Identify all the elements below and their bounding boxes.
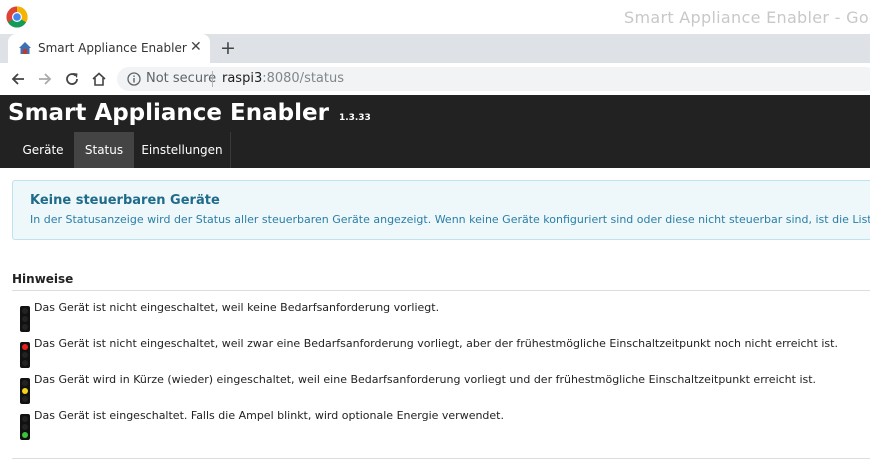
window-title: Smart Appliance Enabler - Goog — [624, 8, 870, 27]
hints-heading: Hinweise — [12, 272, 74, 286]
hint-text: Das Gerät ist nicht eingeschaltet, weil … — [34, 337, 838, 350]
url-path: :8080/status — [262, 71, 345, 86]
alert-text: In der Statusanzeige wird der Status all… — [30, 213, 870, 226]
bottom-divider — [12, 458, 870, 459]
nav-tab-geraete[interactable]: Geräte — [12, 132, 74, 168]
app-brand[interactable]: Smart Appliance Enabler 1.3.33 — [8, 100, 371, 126]
app-brand-name: Smart Appliance Enabler — [8, 100, 329, 126]
app-version: 1.3.33 — [338, 113, 371, 123]
traffic-light-icon — [20, 342, 30, 368]
tab-title: Smart Appliance Enabler — [38, 41, 187, 55]
info-alert: Keine steuerbaren Geräte In der Statusan… — [12, 180, 870, 240]
lamp-green — [22, 396, 28, 402]
hint-text: Das Gerät wird in Kürze (wieder) eingesc… — [34, 373, 817, 386]
lamp-red — [22, 416, 28, 422]
traffic-light-icon — [20, 378, 30, 404]
nav-tab-einstellungen[interactable]: Einstellungen — [134, 132, 230, 168]
hint-text: Das Gerät ist nicht eingeschaltet, weil … — [34, 301, 440, 314]
security-label[interactable]: Not secure — [146, 71, 216, 86]
url-text[interactable]: raspi3:8080/status — [222, 71, 344, 86]
address-separator — [212, 71, 213, 87]
browser-tab[interactable]: Smart Appliance Enabler ✕ — [8, 34, 210, 63]
lamp-yellow — [22, 352, 28, 358]
lamp-yellow — [22, 424, 28, 430]
lamp-green — [22, 432, 28, 438]
info-icon[interactable] — [127, 72, 141, 86]
arrow-right-icon[interactable] — [37, 71, 53, 87]
url-host: raspi3 — [222, 71, 263, 86]
lamp-red — [22, 308, 28, 314]
traffic-light-icon — [20, 414, 30, 440]
tab-close-icon[interactable]: ✕ — [190, 40, 202, 54]
traffic-light-icon — [20, 306, 30, 332]
nav-tab-status[interactable]: Status — [74, 132, 134, 168]
tab-strip: Smart Appliance Enabler ✕ + — [0, 34, 870, 63]
browser-toolbar: Not secure raspi3:8080/status — [0, 63, 870, 95]
hints-divider — [12, 290, 870, 291]
alert-title: Keine steuerbaren Geräte — [30, 193, 220, 208]
address-bar[interactable]: Not secure raspi3:8080/status — [117, 67, 870, 91]
nav-divider — [230, 132, 231, 168]
lamp-red — [22, 380, 28, 386]
chrome-logo-icon[interactable] — [6, 6, 28, 28]
lamp-green — [22, 360, 28, 366]
lamp-yellow — [22, 388, 28, 394]
reload-icon[interactable] — [64, 71, 80, 87]
house-favicon-icon — [19, 42, 31, 54]
hint-text: Das Gerät ist eingeschaltet. Falls die A… — [34, 409, 504, 422]
arrow-left-icon[interactable] — [10, 71, 26, 87]
lamp-red — [22, 344, 28, 350]
lamp-yellow — [22, 316, 28, 322]
home-icon[interactable] — [91, 71, 107, 87]
lamp-green — [22, 324, 28, 330]
app-navbar: Smart Appliance Enabler 1.3.33 Geräte St… — [0, 95, 870, 168]
browser-title-bar: Smart Appliance Enabler - Goog — [0, 0, 870, 34]
new-tab-icon[interactable]: + — [220, 38, 236, 58]
